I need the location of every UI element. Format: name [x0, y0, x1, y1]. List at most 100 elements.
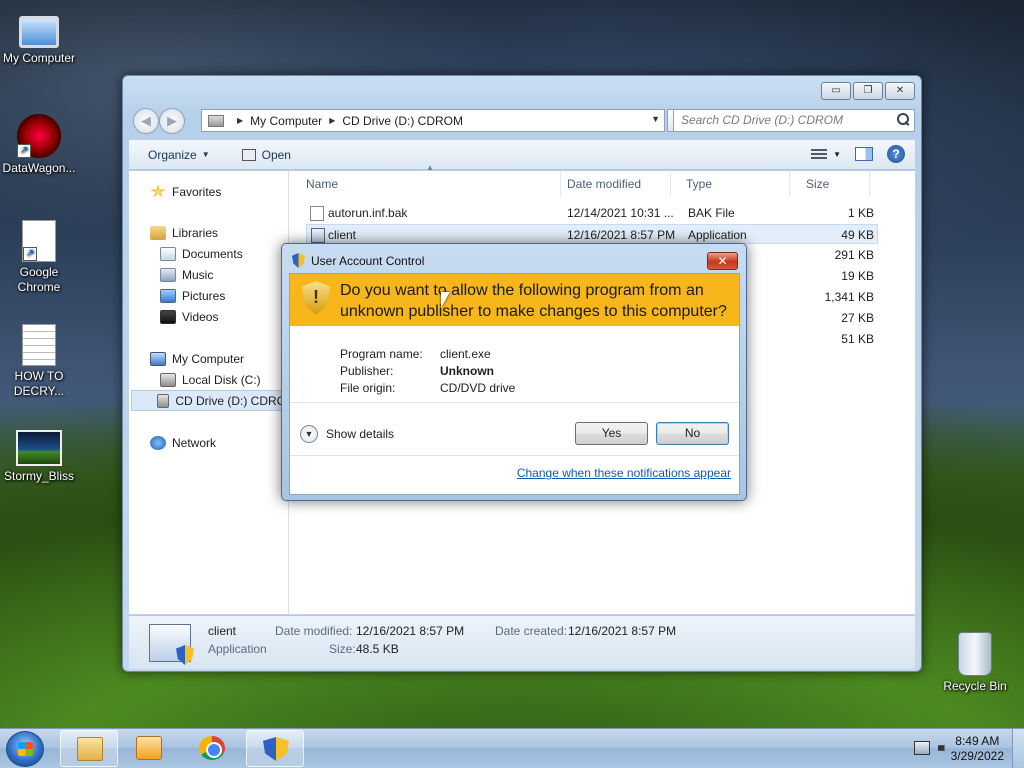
file-date: 12/14/2021 10:31 ...: [567, 206, 674, 220]
program-name-value: client.exe: [440, 347, 491, 361]
file-origin-value: CD/DVD drive: [440, 381, 516, 395]
navigation-row: ◀ ▶ ▶ My Computer ▶ CD Drive (D:) CDROM …: [131, 107, 915, 134]
program-name-row: Program name: client.exe: [340, 347, 491, 361]
desktop-icon-label: Google Chrome: [17, 265, 61, 294]
nav-label: Pictures: [182, 288, 226, 303]
uac-dialog[interactable]: User Account Control ✕ Do you want to al…: [281, 243, 747, 501]
yes-button[interactable]: Yes: [575, 422, 648, 445]
music-icon: [160, 267, 176, 282]
window-controls: ▭ ❐ ✕: [821, 82, 915, 100]
maximize-button[interactable]: ❐: [853, 82, 883, 100]
file-origin-row: File origin: CD/DVD drive: [340, 381, 515, 395]
organize-button[interactable]: Organize ▼: [148, 148, 210, 162]
desktop-icon-my-computer[interactable]: My Computer: [0, 8, 79, 66]
clock-date: 3/29/2022: [950, 749, 1004, 763]
desktop-icon-stormy-bliss[interactable]: Stormy_Bliss: [0, 424, 79, 484]
file-type: BAK File: [688, 206, 735, 220]
recycle-bin-icon: [958, 632, 992, 676]
star-icon: [150, 184, 166, 198]
nav-libraries[interactable]: Libraries: [150, 222, 218, 243]
preview-pane-icon[interactable]: [855, 147, 873, 161]
mouse-pointer-icon: [441, 292, 450, 308]
nav-favorites[interactable]: Favorites: [150, 181, 221, 202]
file-name: autorun.inf.bak: [328, 206, 408, 220]
application-icon: [149, 624, 194, 665]
nav-label: Local Disk (C:): [182, 372, 261, 387]
column-header-name[interactable]: Name: [290, 171, 561, 197]
nav-local-disk[interactable]: Local Disk (C:): [160, 369, 261, 390]
breadcrumb-cd-drive[interactable]: CD Drive (D:) CDROM: [342, 114, 463, 128]
videos-icon: [160, 309, 176, 324]
address-bar[interactable]: ▶ My Computer ▶ CD Drive (D:) CDROM ▼: [201, 109, 665, 132]
uac-shield-icon: [263, 737, 289, 761]
close-button[interactable]: ✕: [885, 82, 915, 100]
file-size: 19 KB: [841, 269, 874, 283]
desktop-icon-how-to-decrypt[interactable]: HOW TO DECRY...: [0, 324, 79, 399]
details-size-label: Size:: [329, 642, 356, 656]
breadcrumb-my-computer[interactable]: My Computer: [250, 114, 322, 128]
taskbar-uac[interactable]: [246, 730, 304, 767]
file-size: 51 KB: [841, 332, 874, 346]
column-header-date[interactable]: Date modified: [551, 171, 671, 197]
publisher-row: Publisher: Unknown: [340, 364, 494, 378]
nav-label: Network: [172, 435, 217, 450]
column-header-size[interactable]: Size: [790, 171, 870, 197]
nav-cd-drive[interactable]: CD Drive (D:) CDRO: [131, 390, 287, 411]
show-desktop-button[interactable]: [1012, 729, 1024, 768]
cd-drive-icon: [157, 393, 170, 408]
minimize-button[interactable]: ▭: [821, 82, 851, 100]
uac-body: Do you want to allow the following progr…: [289, 273, 740, 495]
warning-shield-icon: [302, 281, 330, 315]
show-details-toggle[interactable]: ▼ Show details: [300, 425, 394, 443]
open-icon: [241, 148, 256, 161]
nav-music[interactable]: Music: [160, 264, 213, 285]
address-dropdown-icon[interactable]: ▼: [651, 114, 660, 124]
nav-documents[interactable]: Documents: [160, 243, 243, 264]
file-row[interactable]: client 12/16/2021 8:57 PM Application 49…: [306, 224, 878, 244]
uac-shield-icon: [176, 645, 194, 665]
chrome-shortcut-icon: ↗: [22, 220, 56, 262]
details-size: 48.5 KB: [356, 642, 399, 656]
change-view-icon[interactable]: [811, 148, 828, 160]
chevron-down-icon: ▼: [300, 425, 318, 443]
notification-settings-link[interactable]: Change when these notifications appear: [517, 466, 731, 480]
start-button[interactable]: [6, 731, 44, 767]
nav-label: Favorites: [172, 184, 222, 199]
network-icon[interactable]: [914, 741, 930, 755]
taskbar-chrome[interactable]: [183, 730, 241, 767]
breadcrumb-separator-icon: ▶: [329, 116, 336, 125]
shortcut-arrow-icon: ↗: [23, 247, 37, 261]
open-button[interactable]: Open: [241, 148, 291, 162]
view-buttons: ▼ ?: [811, 145, 905, 163]
navigation-pane: Favorites Libraries Documents Music Pict…: [129, 171, 289, 614]
details-date-modified: 12/16/2021 8:57 PM: [356, 624, 465, 638]
desktop-icon-datawagon[interactable]: ↗ DataWagon...: [0, 114, 79, 176]
nav-videos[interactable]: Videos: [160, 306, 218, 327]
search-icon[interactable]: [897, 113, 909, 125]
libraries-icon: [150, 225, 166, 240]
desktop-icon-recycle-bin[interactable]: Recycle Bin: [935, 632, 1015, 694]
column-header-type[interactable]: Type: [670, 171, 790, 197]
taskbar-explorer[interactable]: [60, 730, 118, 767]
close-button[interactable]: ✕: [707, 252, 738, 270]
back-button[interactable]: ◀: [133, 108, 159, 134]
uac-shield-icon: [292, 253, 305, 268]
search-input[interactable]: Search CD Drive (D:) CDROM: [673, 109, 915, 132]
nav-my-computer[interactable]: My Computer: [150, 348, 244, 369]
help-icon[interactable]: ?: [887, 145, 905, 163]
nav-network[interactable]: Network: [150, 432, 216, 453]
taskbar-media-player[interactable]: [120, 730, 178, 767]
clock[interactable]: 8:49 AM 3/29/2022: [951, 734, 1004, 764]
desktop-icon-label: My Computer: [2, 51, 76, 65]
folder-icon: [77, 737, 103, 761]
computer-icon: [19, 16, 59, 48]
shortcut-arrow-icon: ↗: [17, 144, 31, 158]
windows-logo-icon: [18, 742, 33, 756]
desktop-icon-google-chrome[interactable]: ↗ Google Chrome: [0, 220, 79, 295]
nav-pictures[interactable]: Pictures: [160, 285, 225, 306]
chevron-down-icon[interactable]: ▼: [833, 150, 841, 159]
no-button[interactable]: No: [656, 422, 729, 445]
file-row[interactable]: autorun.inf.bak 12/14/2021 10:31 ... BAK…: [306, 203, 878, 223]
file-name: client: [328, 228, 357, 242]
forward-button[interactable]: ▶: [159, 108, 185, 134]
